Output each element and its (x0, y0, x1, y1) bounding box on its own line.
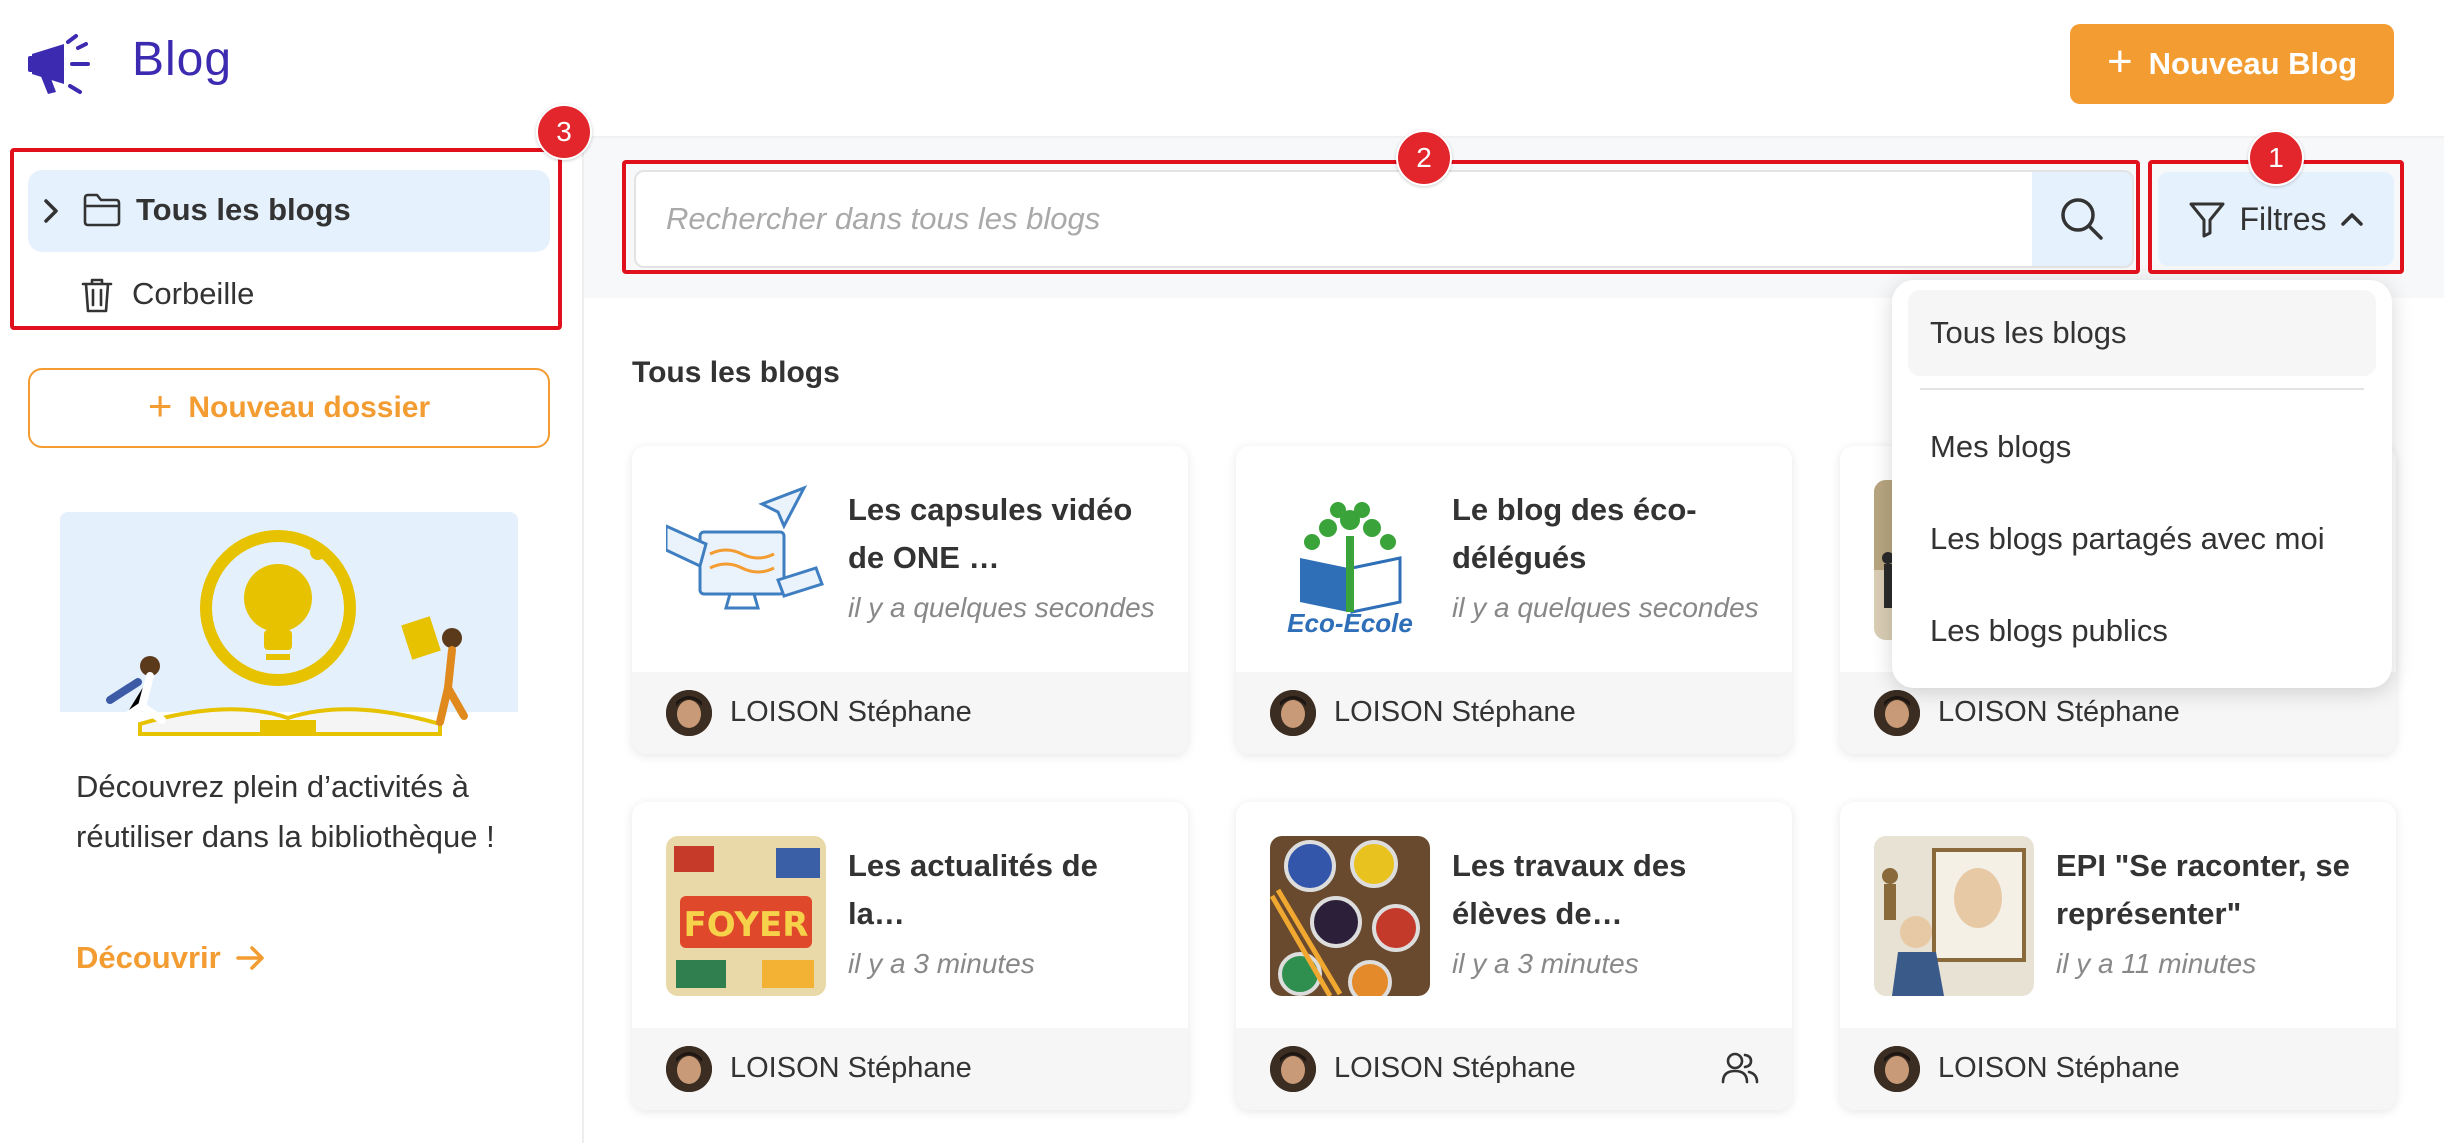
card-footer: LOISON Stéphane (1236, 672, 1792, 754)
filter-option-mine[interactable]: Mes blogs (1892, 404, 2392, 490)
card-footer: LOISON Stéphane (1236, 1028, 1792, 1110)
plus-icon: + (147, 382, 173, 429)
svg-text:FOYER: FOYER (684, 905, 809, 945)
library-illustration (60, 512, 518, 740)
avatar (1270, 690, 1316, 736)
new-blog-button[interactable]: + Nouveau Blog (2070, 24, 2394, 104)
avatar (1270, 1046, 1316, 1092)
blog-timestamp: il y a 3 minutes (848, 948, 1035, 979)
blog-thumbnail (1270, 836, 1430, 996)
blog-timestamp: il y a 3 minutes (1452, 948, 1639, 979)
megaphone-icon[interactable] (26, 30, 108, 98)
filters-dropdown: Tous les blogs Mes blogs Les blogs parta… (1892, 280, 2392, 688)
blog-title: Les travaux des élèves de… (1452, 848, 1687, 931)
avatar (666, 1046, 712, 1092)
blog-thumbnail (1874, 836, 2034, 996)
filter-option-shared[interactable]: Les blogs partagés avec moi (1892, 496, 2392, 582)
filter-option-public[interactable]: Les blogs publics (1892, 588, 2392, 674)
avatar (1874, 690, 1920, 736)
card-footer: LOISON Stéphane (632, 1028, 1188, 1110)
eco-school-logo-text: Eco-Ecole (1287, 608, 1413, 638)
card-footer: LOISON Stéphane (632, 672, 1188, 754)
annotation-box-sidebar (10, 148, 562, 330)
arrow-right-icon (235, 946, 264, 970)
discover-label: Découvrir (76, 940, 221, 975)
promo-text: Découvrez plein d’activités à réutiliser… (76, 769, 495, 854)
author-name: LOISON Stéphane (730, 1052, 972, 1084)
shared-users-icon (1721, 1052, 1759, 1084)
blog-thumbnail: Eco-Ecole (1270, 480, 1430, 640)
discover-link[interactable]: Découvrir (76, 940, 267, 976)
card-footer: LOISON Stéphane (1840, 1028, 2396, 1110)
blog-title: Le blog des éco-délégués (1452, 492, 1697, 575)
blog-card[interactable]: Les capsules vidéo de ONE … il y a quelq… (632, 446, 1188, 754)
blog-title: Les actualités de la… (848, 848, 1098, 931)
blog-card[interactable]: EPI "Se raconter, se représenter" il y a… (1840, 802, 2396, 1110)
new-folder-label: Nouveau dossier (188, 391, 431, 424)
annotation-badge-1: 1 (2248, 130, 2304, 186)
blog-title: Les capsules vidéo de ONE … (848, 492, 1133, 575)
lightbulb-illustration (60, 530, 518, 740)
annotation-badge-3: 3 (536, 104, 592, 160)
blog-timestamp: il y a quelques secondes (848, 592, 1155, 623)
section-title: Tous les blogs (632, 356, 840, 389)
app-title: Blog (132, 33, 233, 86)
dropdown-divider (1920, 388, 2364, 390)
author-name: LOISON Stéphane (1334, 1052, 1576, 1084)
blog-card[interactable]: Eco-Ecole Le blog des éco-délégués il y … (1236, 446, 1792, 754)
avatar (1874, 1046, 1920, 1092)
blog-thumbnail: FOYER (666, 836, 826, 996)
app-header: Blog + Nouveau Blog (0, 0, 2444, 138)
plus-icon: + (2106, 37, 2133, 86)
blog-thumbnail (666, 480, 826, 640)
new-folder-button[interactable]: + Nouveau dossier (28, 368, 550, 448)
author-name: LOISON Stéphane (1334, 696, 1576, 728)
blog-timestamp: il y a 11 minutes (2056, 948, 2257, 979)
annotation-box-search (622, 160, 2140, 274)
annotation-badge-2: 2 (1396, 130, 1452, 186)
filter-option-all[interactable]: Tous les blogs (1908, 290, 2376, 376)
author-name: LOISON Stéphane (1938, 696, 2180, 728)
blog-title: EPI "Se raconter, se représenter" (2056, 848, 2350, 931)
author-name: LOISON Stéphane (730, 696, 972, 728)
avatar (666, 690, 712, 736)
blog-timestamp: il y a quelques secondes (1452, 592, 1759, 623)
blog-card[interactable]: Les travaux des élèves de… il y a 3 minu… (1236, 802, 1792, 1110)
author-name: LOISON Stéphane (1938, 1052, 2180, 1084)
new-blog-label: Nouveau Blog (2148, 46, 2358, 81)
blog-card[interactable]: FOYER Les actualités de la… il y a 3 min… (632, 802, 1188, 1110)
